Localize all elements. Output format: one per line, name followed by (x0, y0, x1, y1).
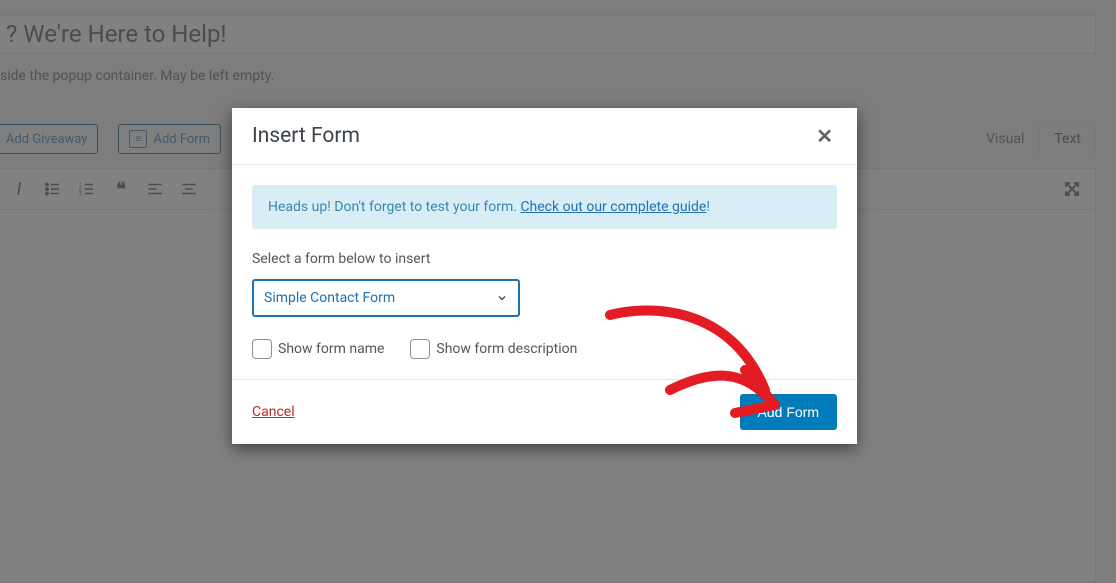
info-alert: Heads up! Don't forget to test your form… (252, 185, 837, 229)
alert-suffix: ! (706, 199, 710, 215)
modal-title: Insert Form (252, 124, 360, 148)
show-form-desc-group: Show form description (410, 339, 577, 359)
select-form-label: Select a form below to insert (252, 251, 837, 267)
alert-prefix: Heads up! Don't forget to test your form… (268, 199, 520, 215)
close-icon[interactable]: ✕ (812, 120, 837, 152)
form-select-value: Simple Contact Form (264, 290, 395, 306)
show-form-name-checkbox[interactable] (252, 339, 272, 359)
modal-header: Insert Form ✕ (232, 108, 857, 165)
modal-footer: Cancel Add Form (232, 379, 857, 444)
show-form-name-group: Show form name (252, 339, 384, 359)
show-form-desc-label: Show form description (436, 341, 577, 357)
insert-form-modal: Insert Form ✕ Heads up! Don't forget to … (232, 108, 857, 444)
modal-body: Heads up! Don't forget to test your form… (232, 165, 857, 379)
form-select-dropdown[interactable]: Simple Contact Form (252, 279, 520, 317)
cancel-button[interactable]: Cancel (252, 404, 295, 420)
show-form-name-label: Show form name (278, 341, 384, 357)
add-form-button[interactable]: Add Form (740, 394, 837, 430)
show-form-desc-checkbox[interactable] (410, 339, 430, 359)
chevron-down-icon (496, 292, 508, 304)
guide-link[interactable]: Check out our complete guide (520, 199, 706, 215)
checkbox-options-row: Show form name Show form description (252, 339, 837, 359)
